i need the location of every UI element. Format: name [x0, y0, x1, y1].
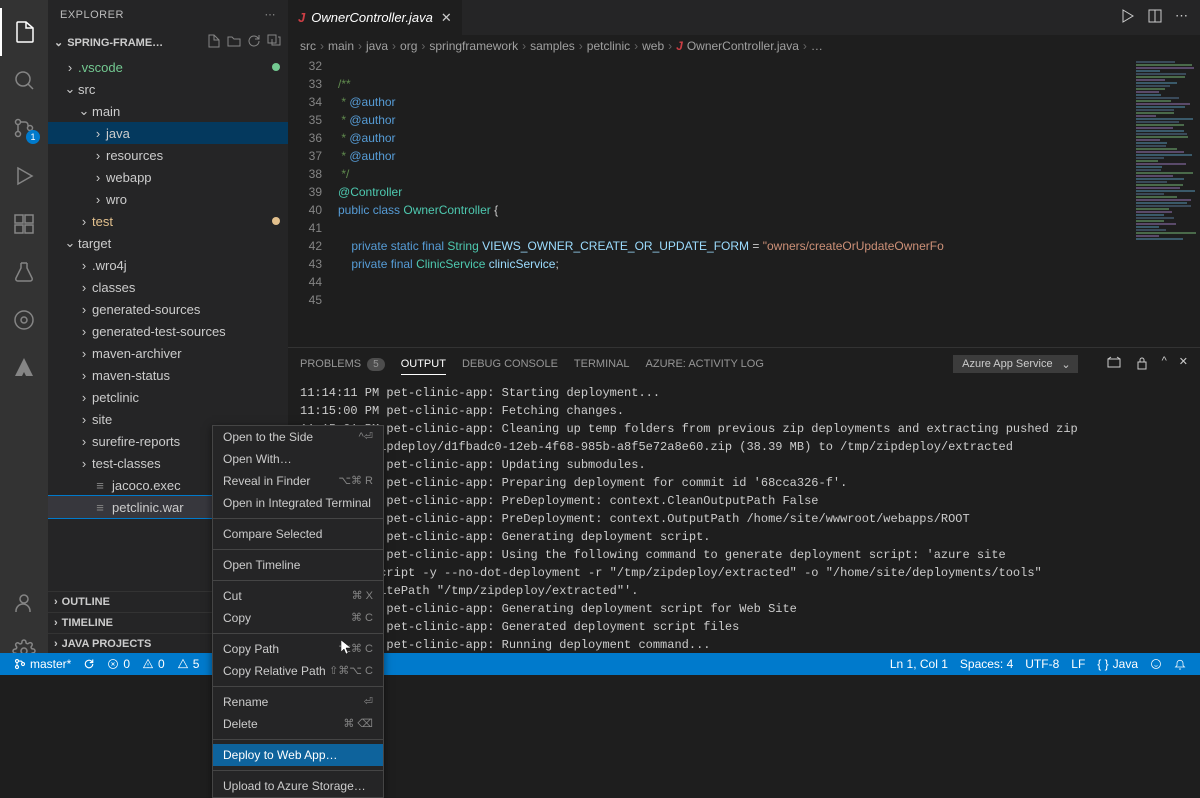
tree-folder[interactable]: ›maven-status	[48, 364, 288, 386]
tree-folder[interactable]: ›.wro4j	[48, 254, 288, 276]
menu-cut[interactable]: Cut⌘ X	[213, 585, 383, 607]
menu-copy-rel-path[interactable]: Copy Relative Path⇧⌘⌥ C	[213, 660, 383, 682]
lock-scroll-icon[interactable]	[1134, 355, 1150, 374]
status-branch[interactable]: master*	[8, 657, 77, 671]
accounts-icon[interactable]	[0, 579, 48, 627]
sidebar-header: EXPLORER ⋯	[48, 0, 288, 29]
tree-folder[interactable]: ›generated-sources	[48, 298, 288, 320]
docker-view-icon[interactable]	[0, 296, 48, 344]
menu-copy[interactable]: Copy⌘ C	[213, 607, 383, 629]
close-tab-icon[interactable]: ✕	[441, 10, 452, 26]
status-spaces[interactable]: Spaces: 4	[954, 657, 1019, 671]
search-view-icon[interactable]	[0, 56, 48, 104]
refresh-icon[interactable]	[246, 33, 262, 52]
menu-reveal[interactable]: Reveal in Finder⌥⌘ R	[213, 470, 383, 492]
scm-badge: 1	[26, 130, 40, 144]
context-menu: Open to the Side^⏎ Open With… Reveal in …	[212, 425, 384, 798]
output-tab[interactable]: OUTPUT	[401, 354, 446, 375]
clear-output-icon[interactable]	[1106, 355, 1122, 374]
tree-folder[interactable]: ›webapp	[48, 166, 288, 188]
testing-view-icon[interactable]	[0, 248, 48, 296]
menu-timeline[interactable]: Open Timeline	[213, 554, 383, 576]
menu-open-terminal[interactable]: Open in Integrated Terminal	[213, 492, 383, 514]
tab-label: OwnerController.java	[311, 10, 433, 25]
menu-open-with[interactable]: Open With…	[213, 448, 383, 470]
tab-bar: J OwnerController.java ✕ ⋯	[288, 0, 1200, 35]
status-encoding[interactable]: UTF-8	[1019, 657, 1065, 671]
menu-deploy-webapp[interactable]: Deploy to Web App…	[213, 744, 383, 766]
menu-copy-path[interactable]: Copy Path⌥⌘ C	[213, 638, 383, 660]
tree-folder[interactable]: ›maven-archiver	[48, 342, 288, 364]
bottom-panel: PROBLEMS5 OUTPUT DEBUG CONSOLE TERMINAL …	[288, 347, 1200, 675]
new-file-icon[interactable]	[206, 33, 222, 52]
source-control-view-icon[interactable]: 1	[0, 104, 48, 152]
tree-folder[interactable]: ⌄src	[48, 78, 288, 100]
status-info[interactable]: 5	[171, 657, 206, 671]
output-channel-select[interactable]: Azure App Service ⌄	[953, 355, 1078, 373]
panel-tabs: PROBLEMS5 OUTPUT DEBUG CONSOLE TERMINAL …	[288, 348, 1200, 380]
status-warnings[interactable]: 0	[136, 657, 171, 671]
tree-folder[interactable]: ›resources	[48, 144, 288, 166]
breadcrumbs[interactable]: src›main›java›org›springframework›sample…	[288, 35, 1200, 57]
run-debug-view-icon[interactable]	[0, 152, 48, 200]
new-folder-icon[interactable]	[226, 33, 242, 52]
status-bell-icon[interactable]	[1168, 658, 1192, 670]
java-file-icon: J	[298, 10, 305, 25]
status-bar: master* 0 0 5 Ln 1, Col 1 Spaces: 4 UTF-…	[0, 653, 1200, 675]
maximize-panel-icon[interactable]: ^	[1162, 355, 1167, 374]
tree-folder[interactable]: ›petclinic	[48, 386, 288, 408]
tree-folder[interactable]: ›generated-test-sources	[48, 320, 288, 342]
problems-tab[interactable]: PROBLEMS5	[300, 354, 385, 375]
collapse-all-icon[interactable]	[266, 33, 282, 52]
split-editor-icon[interactable]	[1147, 8, 1163, 27]
tree-folder[interactable]: ⌄main	[48, 100, 288, 122]
extensions-view-icon[interactable]	[0, 200, 48, 248]
status-lang[interactable]: { }Java	[1091, 657, 1144, 671]
explorer-view-icon[interactable]	[0, 8, 48, 56]
menu-open-side[interactable]: Open to the Side^⏎	[213, 426, 383, 448]
minimap[interactable]	[1130, 57, 1200, 347]
tree-folder[interactable]: ›test	[48, 210, 288, 232]
menu-rename[interactable]: Rename⏎	[213, 691, 383, 713]
project-section[interactable]: ⌄ SPRING-FRAME…	[48, 29, 288, 56]
menu-delete[interactable]: Delete⌘ ⌫	[213, 713, 383, 735]
tree-folder[interactable]: ›wro	[48, 188, 288, 210]
status-ln-col[interactable]: Ln 1, Col 1	[884, 657, 954, 671]
run-icon[interactable]	[1119, 8, 1135, 27]
more-icon[interactable]: ⋯	[265, 8, 277, 21]
terminal-tab[interactable]: TERMINAL	[574, 354, 630, 374]
debug-console-tab[interactable]: DEBUG CONSOLE	[462, 354, 558, 374]
status-sync[interactable]	[77, 658, 101, 670]
tree-folder[interactable]: ›.vscode	[48, 56, 288, 78]
editor-area: J OwnerController.java ✕ ⋯ src›main›java…	[288, 0, 1200, 675]
code-editor[interactable]: 3233343536373839404142434445 /** * @auth…	[288, 57, 1200, 347]
tree-folder[interactable]: ›classes	[48, 276, 288, 298]
tree-folder[interactable]: ⌄target	[48, 232, 288, 254]
output-content[interactable]: 11:14:11 PM pet-clinic-app: Starting dep…	[288, 380, 1200, 675]
editor-tab[interactable]: J OwnerController.java ✕	[288, 0, 463, 35]
azure-view-icon[interactable]	[0, 344, 48, 392]
menu-compare[interactable]: Compare Selected	[213, 523, 383, 545]
tree-folder[interactable]: ›java	[48, 122, 288, 144]
activity-bar: 1	[0, 0, 48, 675]
status-errors[interactable]: 0	[101, 657, 136, 671]
status-eol[interactable]: LF	[1065, 657, 1091, 671]
sidebar-title: EXPLORER	[60, 9, 259, 21]
azure-log-tab[interactable]: AZURE: ACTIVITY LOG	[646, 354, 764, 374]
menu-upload-azure[interactable]: Upload to Azure Storage…	[213, 775, 383, 797]
status-feedback-icon[interactable]	[1144, 658, 1168, 670]
more-actions-icon[interactable]: ⋯	[1175, 8, 1188, 27]
close-panel-icon[interactable]: ✕	[1179, 355, 1188, 374]
